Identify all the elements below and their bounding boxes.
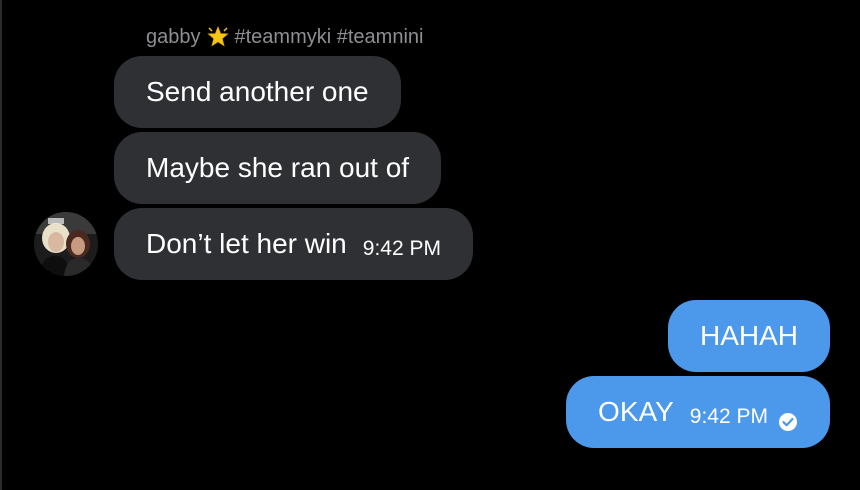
incoming-message[interactable]: Send another one [114,56,401,128]
message-text: OKAY [598,396,674,427]
read-check-icon [778,407,798,431]
panel-divider [0,0,2,490]
message-text: Send another one [146,76,369,107]
glowing-star-icon [206,25,229,48]
avatar[interactable] [34,212,98,276]
avatar-photo [34,212,98,276]
message-text: Maybe she ran out of [146,152,410,183]
incoming-message[interactable]: Don’t let her win 9:42 PM [114,208,473,280]
message-text: Don’t let her win [146,228,347,259]
incoming-message[interactable]: Maybe she ran out of [114,132,442,204]
message-timestamp: 9:42 PM [689,405,768,428]
sender-tags: #teammyki #teamnini [234,25,424,48]
outgoing-message[interactable]: HAHAH [667,300,830,372]
sender-header: gabby #teammyki #teamnini [146,23,423,51]
sender-name: gabby [146,25,201,48]
message-timestamp: 9:42 PM [362,237,441,260]
message-text: HAHAH [699,320,798,351]
outgoing-message[interactable]: OKAY 9:42 PM [566,376,830,448]
